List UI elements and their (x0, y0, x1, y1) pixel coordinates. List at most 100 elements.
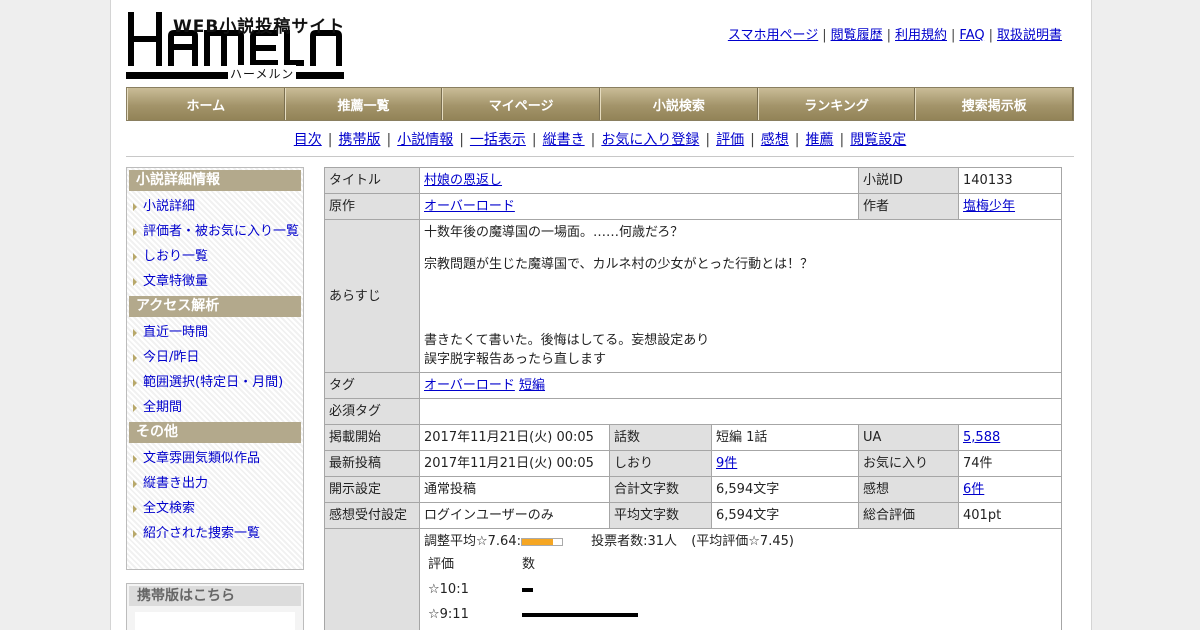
faq-link[interactable]: FAQ (959, 28, 984, 43)
mobile-qr-area (135, 612, 295, 630)
bullet-icon (133, 379, 137, 387)
subnav-view-settings[interactable]: 閲覧設定 (850, 132, 906, 148)
divider (126, 156, 1074, 157)
bullet-icon (133, 228, 137, 236)
author-link[interactable]: 塩梅少年 (963, 199, 1015, 214)
avg-chars-value: 6,594文字 (710, 502, 860, 529)
episodes-label: 話数 (609, 424, 712, 451)
rating-label-cell (324, 528, 420, 630)
dist-bar (522, 613, 638, 617)
dist-bar (522, 588, 533, 592)
mobile-version-heading: 携帯版はこちら (129, 586, 301, 606)
bookmarks-link[interactable]: 9件 (716, 456, 737, 471)
subnav-rate[interactable]: 評価 (716, 132, 744, 148)
tag-link[interactable]: オーバーロード (424, 378, 515, 393)
plain-average: (平均評価☆7.45) (691, 534, 794, 549)
bullet-icon (133, 505, 137, 513)
required-tags-value (418, 398, 1063, 425)
sidebar-item-last-hour[interactable]: 直近一時間 (127, 320, 303, 345)
comment-accept-label: 感想受付設定 (324, 502, 420, 529)
logo-kana: ハーメルン (228, 65, 297, 82)
history-link[interactable]: 閲覧履歴 (831, 28, 883, 43)
latest-post-label: 最新投稿 (324, 450, 420, 477)
subnav-mobile[interactable]: 携帯版 (338, 132, 380, 148)
novel-sub-nav: 目次 | 携帯版 | 小説情報 | 一括表示 | 縦書き | お気に入り登録 | 評価 | 感想 | 推薦 | 閲覧… (293, 132, 907, 148)
sidebar: 小説詳細情報 小説詳細 評価者・被お気に入り一覧 しおり一覧 文章特徴量 アクセ… (126, 167, 304, 570)
sidebar-item-fulltext-search[interactable]: 全文検索 (127, 496, 303, 521)
rating-meter (520, 537, 563, 546)
page: WEB小説投稿サイト ハーメルン スマホ用ページ | 閲覧履歴 | 利用規約 | FAQ | 取… (110, 0, 1092, 630)
original-label: 原作 (324, 193, 420, 220)
bullet-icon (133, 278, 137, 286)
sidebar-item-referenced-searches[interactable]: 紹介された捜索一覧 (127, 521, 303, 546)
sidebar-item-all-time[interactable]: 全期間 (127, 395, 303, 420)
sidebar-heading-access: アクセス解析 (129, 296, 301, 317)
bullet-icon (133, 203, 137, 211)
sidebar-item-vertical-output[interactable]: 縦書き出力 (127, 471, 303, 496)
sidebar-item-today-yesterday[interactable]: 今日/昨日 (127, 345, 303, 370)
sidebar-item-similar-works[interactable]: 文章雰囲気類似作品 (127, 446, 303, 471)
favorites-label: お気に入り (858, 450, 960, 477)
sidebar-item-range-select[interactable]: 範囲選択(特定日・月間) (127, 370, 303, 395)
novel-id-value: 140133 (958, 167, 1063, 194)
latest-post-value: 2017年11月21日(火) 00:05 (419, 450, 610, 477)
total-rating-value: 401pt (958, 502, 1063, 529)
rating-meter-fill (521, 538, 553, 545)
nav-ranking[interactable]: ランキング (757, 88, 916, 120)
subnav-comments[interactable]: 感想 (761, 132, 789, 148)
nav-mypage[interactable]: マイページ (442, 88, 601, 120)
required-tags-label: 必須タグ (324, 398, 420, 425)
distribution-row: ☆10:1 (424, 577, 1057, 602)
manual-link[interactable]: 取扱説明書 (997, 28, 1062, 43)
sidebar-item-raters-favorites[interactable]: 評価者・被お気に入り一覧 (127, 219, 303, 244)
bullet-icon (133, 480, 137, 488)
subnav-add-favorite[interactable]: お気に入り登録 (601, 132, 699, 148)
distribution-header: 評価 数 (424, 552, 1057, 577)
main-nav: ホーム 推薦一覧 マイページ 小説検索 ランキング 捜索掲示板 (126, 87, 1074, 121)
distribution-row: ☆9:11 (424, 602, 1057, 627)
nav-search-board[interactable]: 捜索掲示板 (915, 88, 1074, 120)
ua-link[interactable]: 5,588 (963, 430, 1000, 445)
nav-recommendations[interactable]: 推薦一覧 (284, 88, 443, 120)
novel-title-link[interactable]: 村娘の恩返し (424, 173, 502, 188)
subnav-vertical[interactable]: 縦書き (543, 132, 585, 148)
sidebar-item-text-features[interactable]: 文章特徴量 (127, 269, 303, 294)
subnav-novel-info[interactable]: 小説情報 (397, 132, 453, 148)
tags-label: タグ (324, 372, 420, 399)
bullet-icon (133, 404, 137, 412)
tag-link[interactable]: 短編 (519, 378, 545, 393)
sidebar-item-bookmarks[interactable]: しおり一覧 (127, 244, 303, 269)
author-label: 作者 (858, 193, 960, 220)
bullet-icon (133, 253, 137, 261)
bookmarks-label: しおり (609, 450, 712, 477)
disclosure-label: 開示設定 (324, 476, 420, 503)
episodes-value: 短編 1話 (710, 424, 860, 451)
sidebar-heading-other: その他 (129, 422, 301, 443)
synopsis-text: 十数年後の魔導国の一場面。……何歳だろ？ 宗教問題が生じた魔導国で、カルネ村の少… (418, 219, 1063, 373)
vote-count: 投票者数:31人 (591, 534, 678, 549)
comments-link[interactable]: 6件 (963, 482, 984, 497)
bullet-icon (133, 530, 137, 538)
terms-link[interactable]: 利用規約 (895, 28, 947, 43)
favorites-value: 74件 (958, 450, 1063, 477)
mobile-version-box: 携帯版はこちら (126, 583, 304, 630)
subnav-show-all[interactable]: 一括表示 (470, 132, 526, 148)
hameln-logo[interactable]: WEB小説投稿サイト ハーメルン (126, 8, 346, 82)
original-work-link[interactable]: オーバーロード (424, 199, 515, 214)
col-rating: 評価 (428, 557, 455, 572)
bullet-icon (133, 455, 137, 463)
col-count: 数 (522, 557, 536, 572)
ua-label: UA (858, 424, 960, 451)
smartphone-page-link[interactable]: スマホ用ページ (728, 28, 818, 43)
bullet-icon (133, 329, 137, 337)
published-label: 掲載開始 (324, 424, 420, 451)
subnav-toc[interactable]: 目次 (294, 132, 322, 148)
novel-id-label: 小説ID (858, 167, 960, 194)
sidebar-item-novel-detail[interactable]: 小説詳細 (127, 194, 303, 219)
nav-home[interactable]: ホーム (127, 88, 285, 120)
disclosure-value: 通常投稿 (419, 476, 610, 503)
sidebar-heading-novel-details: 小説詳細情報 (129, 170, 301, 191)
subnav-recommend[interactable]: 推薦 (806, 132, 834, 148)
nav-novel-search[interactable]: 小説検索 (600, 88, 758, 120)
title-label: タイトル (324, 167, 420, 194)
